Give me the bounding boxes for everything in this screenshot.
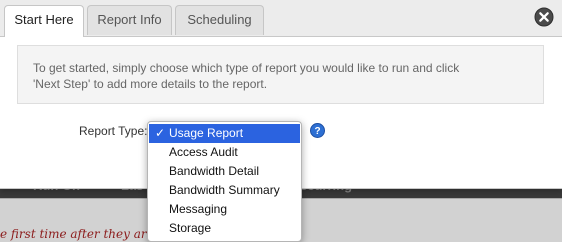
instructions-line-1: To get started, simply choose which type… bbox=[33, 61, 460, 75]
report-type-dropdown[interactable]: ✓ Usage Report Access Audit Bandwidth De… bbox=[147, 121, 302, 242]
option-bandwidth-summary[interactable]: Bandwidth Summary bbox=[148, 181, 301, 200]
option-label: Bandwidth Detail bbox=[169, 164, 260, 178]
close-icon[interactable] bbox=[534, 7, 554, 27]
tab-report-info[interactable]: Report Info bbox=[87, 5, 172, 35]
svg-text:?: ? bbox=[314, 126, 320, 137]
option-label: Messaging bbox=[169, 202, 228, 216]
tab-strip: Start Here Report Info Scheduling bbox=[0, 0, 562, 37]
option-messaging[interactable]: Messaging bbox=[148, 200, 301, 219]
option-storage[interactable]: Storage bbox=[148, 219, 301, 238]
background-row-text: e first time after they are bbox=[0, 227, 154, 241]
option-bandwidth-detail[interactable]: Bandwidth Detail bbox=[148, 162, 301, 181]
option-label: Bandwidth Summary bbox=[169, 183, 280, 197]
help-icon[interactable]: ? bbox=[310, 123, 325, 138]
option-label: Storage bbox=[169, 221, 212, 235]
tab-scheduling[interactable]: Scheduling bbox=[175, 5, 264, 35]
option-label: Usage Report bbox=[169, 126, 244, 140]
checkmark-icon: ✓ bbox=[155, 126, 166, 140]
report-type-label: Report Type: bbox=[79, 124, 148, 138]
tab-start-here[interactable]: Start Here bbox=[4, 5, 84, 37]
option-usage-report[interactable]: ✓ Usage Report bbox=[149, 124, 300, 143]
option-access-audit[interactable]: Access Audit bbox=[148, 143, 301, 162]
instructions-box: To get started, simply choose which type… bbox=[17, 45, 544, 104]
instructions-line-2: 'Next Step' to add more details to the r… bbox=[33, 77, 268, 91]
option-label: Access Audit bbox=[169, 145, 238, 159]
